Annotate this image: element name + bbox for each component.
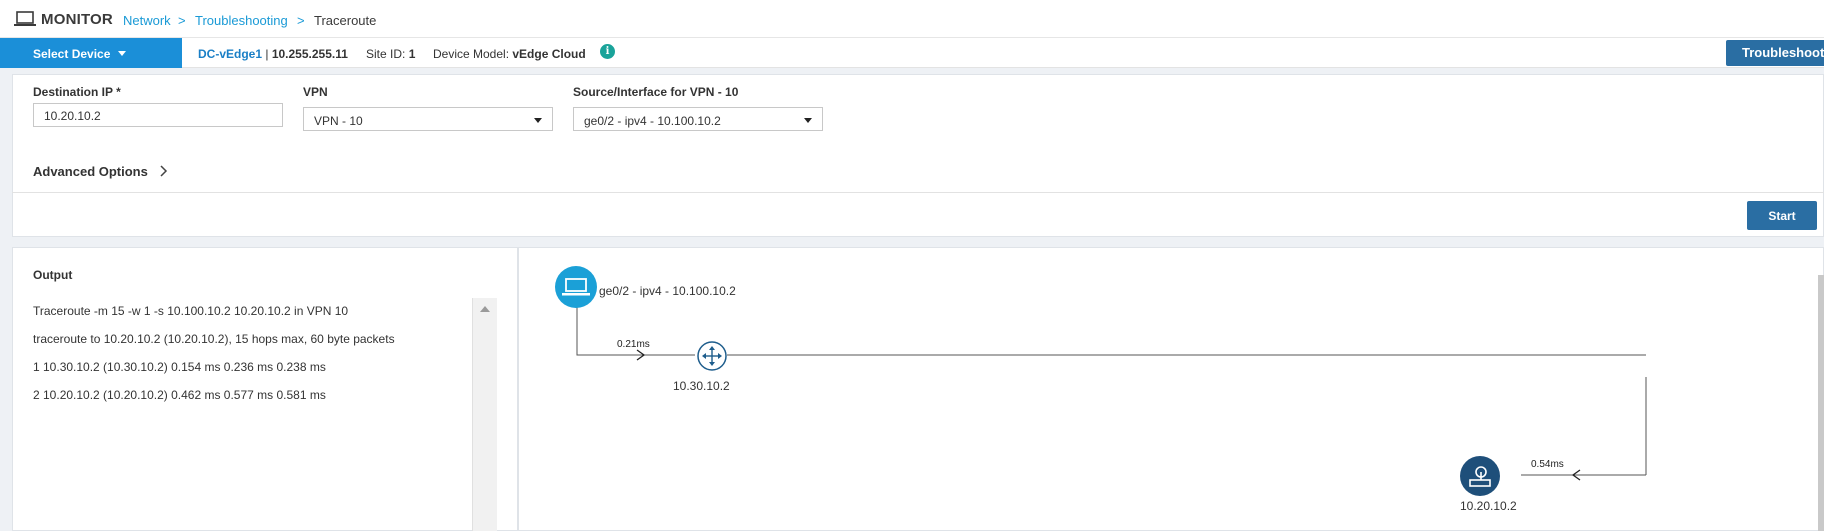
source-node-label: ge0/2 - ipv4 - 10.100.10.2 [599, 284, 736, 298]
source-node[interactable] [555, 266, 597, 308]
destination-node[interactable] [1460, 456, 1500, 496]
traceroute-diagram: ge0/2 - ipv4 - 10.100.10.2 0.21ms 10.30.… [555, 266, 1647, 513]
hop1-latency: 0.21ms [617, 339, 650, 350]
hop1-node[interactable] [697, 341, 727, 371]
hop1-node-label: 10.30.10.2 [673, 379, 730, 393]
destination-node-label: 10.20.10.2 [1460, 499, 1517, 513]
destination-latency: 0.54ms [1531, 459, 1564, 470]
